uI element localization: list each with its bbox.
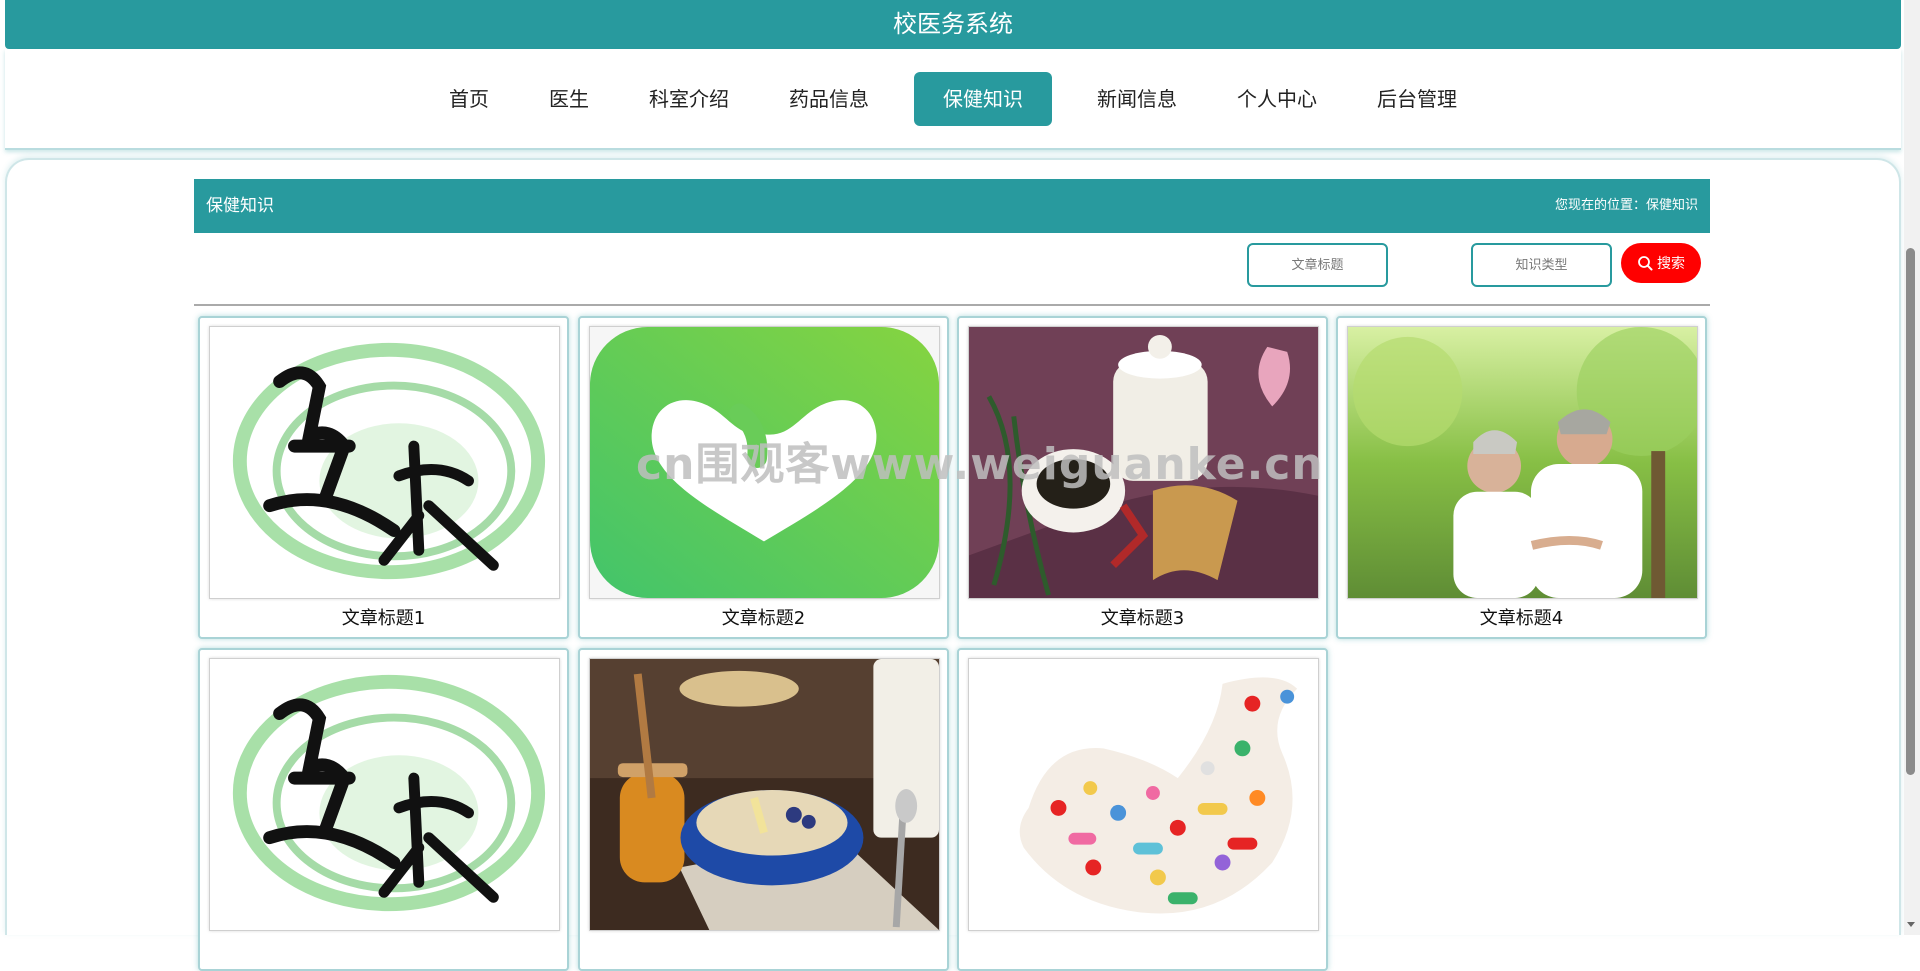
search-button[interactable]: 搜索 xyxy=(1621,243,1701,283)
health-calligraphy-image[interactable] xyxy=(209,658,560,931)
article-title[interactable]: 文章标题4 xyxy=(1338,604,1705,630)
article-card[interactable] xyxy=(198,648,569,971)
nav-item-health-knowledge[interactable]: 保健知识 xyxy=(914,71,1052,126)
vertical-scrollbar-thumb[interactable] xyxy=(1906,248,1915,775)
green-heart-app-image[interactable] xyxy=(589,326,940,599)
breadcrumb: 您现在的位置：保健知识 xyxy=(1554,198,1698,213)
elderly-couple-image[interactable] xyxy=(1347,326,1698,599)
section-header: 保健知识 您现在的位置：保健知识 xyxy=(194,179,1710,233)
article-card[interactable]: 文章标题3 xyxy=(957,316,1328,639)
nav-item-personal-center[interactable]: 个人中心 xyxy=(1208,72,1346,126)
section-title: 保健知识 xyxy=(206,196,274,216)
article-card[interactable]: 文章标题2 xyxy=(578,316,949,639)
nav-item-medicines[interactable]: 药品信息 xyxy=(760,72,898,126)
search-icon xyxy=(1638,256,1653,271)
knowledge-type-search-input[interactable] xyxy=(1471,243,1612,287)
article-title-search-input[interactable] xyxy=(1247,243,1388,287)
nav-item-home[interactable]: 首页 xyxy=(420,72,518,126)
article-card[interactable] xyxy=(957,648,1328,971)
app-title-bar: 校医务系统 xyxy=(5,0,1901,49)
nav-item-news[interactable]: 新闻信息 xyxy=(1068,72,1206,126)
health-calligraphy-image[interactable] xyxy=(209,326,560,599)
article-card[interactable] xyxy=(578,648,949,971)
pills-bird-image[interactable] xyxy=(968,658,1319,931)
main-navigation: 首页 医生 科室介绍 药品信息 保健知识 新闻信息 个人中心 后台管理 xyxy=(5,49,1901,150)
nav-item-departments[interactable]: 科室介绍 xyxy=(620,72,758,126)
nav-list: 首页 医生 科室介绍 药品信息 保健知识 新闻信息 个人中心 后台管理 xyxy=(5,49,1901,148)
content-divider xyxy=(194,304,1710,306)
nav-item-doctors[interactable]: 医生 xyxy=(520,72,618,126)
article-card[interactable]: 文章标题4 xyxy=(1336,316,1707,639)
search-button-label: 搜索 xyxy=(1657,256,1685,272)
article-title[interactable]: 文章标题3 xyxy=(959,604,1326,630)
app-title: 校医务系统 xyxy=(893,10,1013,38)
article-title[interactable]: 文章标题1 xyxy=(200,604,567,630)
oatmeal-honey-image[interactable] xyxy=(589,658,940,931)
herbal-medicine-pot-image[interactable] xyxy=(968,326,1319,599)
article-card[interactable]: 文章标题1 xyxy=(198,316,569,639)
scroll-down-icon[interactable] xyxy=(1907,922,1915,927)
article-title[interactable]: 文章标题2 xyxy=(580,604,947,630)
nav-item-admin[interactable]: 后台管理 xyxy=(1348,72,1486,126)
